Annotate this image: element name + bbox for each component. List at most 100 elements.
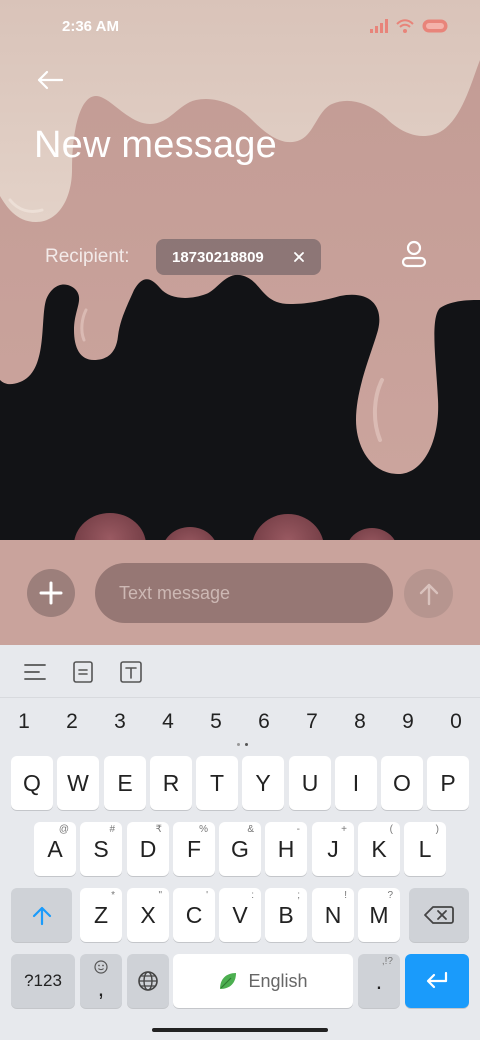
- key-i[interactable]: I: [335, 756, 377, 810]
- key-h[interactable]: -H: [265, 822, 307, 876]
- key-o[interactable]: O: [381, 756, 423, 810]
- space-key[interactable]: English: [173, 954, 353, 1008]
- text-format-tool-button[interactable]: [118, 659, 144, 685]
- send-arrow-icon: [419, 583, 438, 605]
- key-w[interactable]: W: [57, 756, 99, 810]
- period-hint: ,!?: [381, 956, 393, 967]
- back-button[interactable]: [28, 62, 72, 102]
- shift-key[interactable]: [11, 888, 72, 942]
- key-l[interactable]: ) L: [404, 822, 446, 876]
- key-b[interactable]: ; B: [265, 888, 307, 942]
- key-8[interactable]: 8: [345, 710, 375, 734]
- globe-icon: [138, 971, 158, 991]
- key-v[interactable]: :V: [219, 888, 261, 942]
- page-title: New message: [34, 124, 277, 166]
- leaf-icon: [220, 973, 237, 989]
- key-m-hint: ?: [387, 890, 393, 901]
- compose-bar: [0, 540, 480, 645]
- keyboard-toolbar: [0, 645, 480, 698]
- message-field[interactable]: [95, 563, 393, 623]
- key-k-hint: (: [389, 824, 393, 835]
- text-format-icon: [120, 661, 142, 683]
- key-3[interactable]: 3: [105, 710, 135, 734]
- key-y[interactable]: Y: [242, 756, 284, 810]
- key-j-label: J: [327, 835, 339, 862]
- comma-label: ,: [97, 974, 105, 1001]
- key-x-hint: ": [158, 890, 162, 901]
- backspace-icon: [424, 906, 454, 924]
- key-a[interactable]: @ A: [34, 822, 76, 876]
- key-f-label: F: [186, 835, 202, 862]
- message-input[interactable]: [119, 582, 379, 604]
- key-c[interactable]: ' C: [173, 888, 215, 942]
- key-a-hint: @: [58, 824, 69, 835]
- key-c-label: C: [185, 901, 203, 928]
- key-d[interactable]: ₹ D: [127, 822, 169, 876]
- enter-key[interactable]: [405, 954, 469, 1008]
- key-0[interactable]: 0: [441, 710, 471, 734]
- key-6[interactable]: 6: [249, 710, 279, 734]
- key-2[interactable]: 2: [57, 710, 87, 734]
- backspace-key[interactable]: [409, 888, 469, 942]
- add-contact-button[interactable]: [394, 236, 434, 276]
- remove-recipient-button[interactable]: [289, 247, 309, 267]
- navigation-bar: [0, 1020, 480, 1040]
- emoji-comma-key[interactable]: ,: [80, 954, 122, 1008]
- key-r[interactable]: R: [150, 756, 192, 810]
- key-x-label: X: [140, 901, 156, 928]
- key-e[interactable]: E: [104, 756, 146, 810]
- key-m-label: M: [369, 901, 389, 928]
- key-b-hint: ;: [297, 890, 300, 901]
- key-z[interactable]: * Z: [80, 888, 122, 942]
- key-v-hint: :: [251, 890, 254, 901]
- key-a-label: A: [47, 835, 63, 862]
- key-k[interactable]: (K: [358, 822, 400, 876]
- key-j[interactable]: + J: [312, 822, 354, 876]
- shift-arrow-icon: [32, 906, 51, 926]
- key-9[interactable]: 9: [393, 710, 423, 734]
- key-u[interactable]: U: [289, 756, 331, 810]
- key-m[interactable]: ? M: [358, 888, 400, 942]
- status-time: 2:36 AM: [62, 18, 119, 35]
- key-f[interactable]: % F: [173, 822, 215, 876]
- keyboard-page-indicator: [237, 743, 248, 746]
- key-4[interactable]: 4: [153, 710, 183, 734]
- emoji-icon: [94, 960, 108, 974]
- recipient-label: Recipient:: [45, 246, 130, 267]
- home-indicator[interactable]: [152, 1028, 328, 1032]
- key-7[interactable]: 7: [297, 710, 327, 734]
- enter-icon: [426, 971, 448, 989]
- battery-icon: [422, 18, 450, 37]
- key-5[interactable]: 5: [201, 710, 231, 734]
- period-key[interactable]: ,!? .: [358, 954, 400, 1008]
- key-p[interactable]: P: [427, 756, 469, 810]
- key-x[interactable]: " X: [127, 888, 169, 942]
- key-g[interactable]: & G: [219, 822, 261, 876]
- language-key[interactable]: [127, 954, 169, 1008]
- key-n-hint: !: [344, 890, 347, 901]
- menu-lines-icon: [24, 664, 46, 680]
- recipient-chip[interactable]: 18730218809: [156, 239, 321, 275]
- key-c-hint: ': [206, 890, 208, 901]
- wifi-icon: [396, 18, 414, 37]
- clipboard-icon: [73, 661, 93, 683]
- send-button[interactable]: [404, 569, 453, 618]
- attach-button[interactable]: [27, 569, 75, 617]
- recipient-number: 18730218809: [172, 248, 264, 266]
- number-row: 1 2 3 4 5 6 7 8 9 0: [0, 698, 480, 748]
- key-s-hint: #: [109, 824, 115, 835]
- key-n[interactable]: ! N: [312, 888, 354, 942]
- symbols-key[interactable]: ?123: [11, 954, 75, 1008]
- key-s-label: S: [93, 835, 109, 862]
- menu-tool-button[interactable]: [22, 659, 48, 685]
- key-s[interactable]: # S: [80, 822, 122, 876]
- key-g-hint: &: [247, 824, 254, 835]
- key-t[interactable]: T: [196, 756, 238, 810]
- key-n-label: N: [324, 901, 342, 928]
- key-1[interactable]: 1: [9, 710, 39, 734]
- clipboard-tool-button[interactable]: [70, 659, 96, 685]
- status-bar: 2:36 AM: [0, 0, 480, 56]
- key-l-hint: ): [435, 824, 439, 835]
- key-d-hint: ₹: [155, 824, 162, 835]
- key-q[interactable]: Q: [11, 756, 53, 810]
